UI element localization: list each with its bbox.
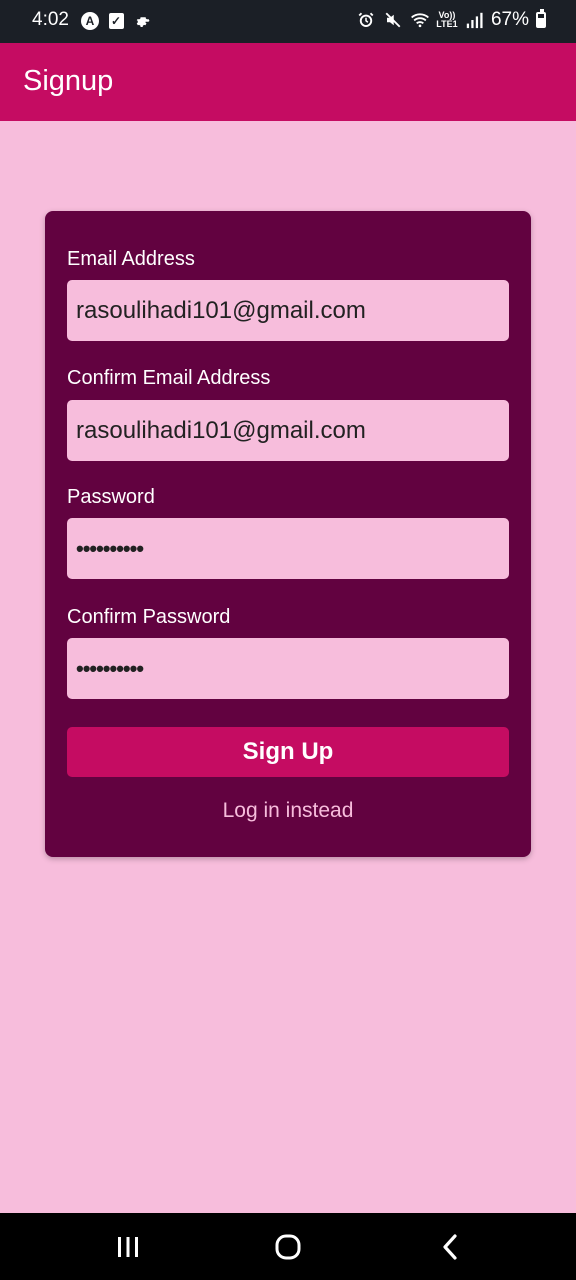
password-value: •••••••••• — [76, 535, 144, 561]
signup-card: Email Address rasoulihadi101@gmail.com C… — [45, 211, 531, 857]
status-bar: 4:02 A ✓ Vo)) LTE1 67% — [0, 0, 576, 43]
battery-percent: 67% — [490, 9, 529, 30]
password-field[interactable]: •••••••••• — [67, 518, 509, 579]
status-time: 4:02 — [32, 9, 69, 30]
recent-apps-icon[interactable] — [88, 1213, 168, 1280]
alarm-icon — [356, 9, 376, 31]
password-label: Password — [67, 486, 155, 508]
battery-icon — [536, 9, 546, 28]
volte-icon: Vo)) LTE1 — [436, 10, 458, 29]
email-label: Email Address — [67, 248, 195, 270]
confirm-email-label: Confirm Email Address — [67, 367, 271, 389]
page-title: Signup — [23, 65, 114, 97]
confirm-email-value: rasoulihadi101@gmail.com — [76, 416, 366, 444]
back-icon[interactable] — [410, 1213, 490, 1280]
mute-icon — [383, 9, 403, 31]
autodesk-a-icon: A — [80, 10, 100, 32]
gear-icon — [132, 10, 152, 32]
home-icon[interactable] — [248, 1213, 328, 1280]
email-field[interactable]: rasoulihadi101@gmail.com — [67, 280, 509, 341]
sign-up-button[interactable]: Sign Up — [67, 727, 509, 777]
confirm-password-field[interactable]: •••••••••• — [67, 638, 509, 699]
wifi-icon — [410, 9, 430, 31]
status-left-icons: A ✓ — [80, 10, 152, 32]
app-bar: Signup — [0, 43, 576, 121]
confirm-password-label: Confirm Password — [67, 606, 231, 628]
signal-icon — [464, 9, 484, 31]
log-in-instead-link[interactable]: Log in instead — [67, 799, 509, 823]
email-value: rasoulihadi101@gmail.com — [76, 296, 366, 324]
system-nav-bar — [0, 1213, 576, 1280]
status-right-icons: Vo)) LTE1 67% — [356, 9, 546, 31]
check-box-icon: ✓ — [106, 10, 126, 32]
confirm-email-field[interactable]: rasoulihadi101@gmail.com — [67, 400, 509, 461]
confirm-password-value: •••••••••• — [76, 655, 144, 681]
